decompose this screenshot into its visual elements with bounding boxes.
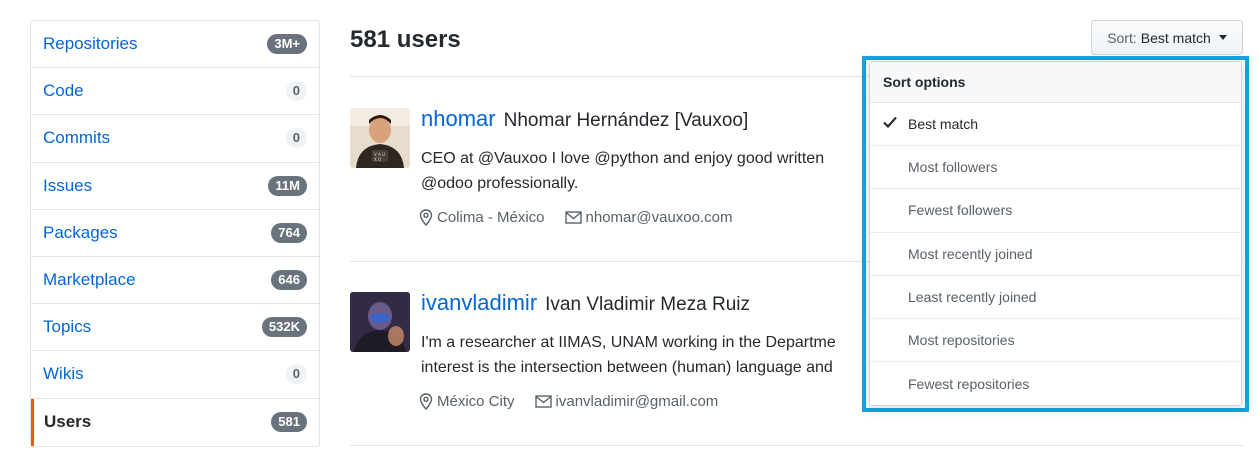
avatar[interactable] — [350, 292, 410, 352]
user-login-link[interactable]: ivanvladimir — [421, 290, 537, 315]
nav-item-packages[interactable]: Packages 764 — [31, 210, 319, 257]
sort-option-most-recently-joined[interactable]: Most recently joined — [870, 233, 1241, 276]
location-text: México City — [437, 393, 515, 410]
sort-dropdown-button[interactable]: Sort: Best match — [1091, 20, 1243, 55]
nav-label: Wikis — [43, 364, 84, 384]
sort-option-fewest-followers[interactable]: Fewest followers — [870, 189, 1241, 233]
user-location: México City — [419, 393, 515, 410]
count-badge: 646 — [271, 270, 307, 291]
location-icon — [419, 393, 433, 410]
svg-text:X O: X O — [374, 157, 381, 162]
bio-line: CEO at @Vauxoo I love @python and enjoy … — [421, 150, 825, 167]
sort-prefix: Sort: — [1107, 29, 1137, 46]
sort-value: Best match — [1140, 29, 1211, 46]
sort-option-label: Most recently joined — [908, 245, 1033, 262]
location-text: Colima - México — [437, 209, 545, 226]
nav-label: Issues — [43, 175, 93, 195]
nav-item-wikis[interactable]: Wikis 0 — [31, 351, 319, 399]
user-name-line: ivanvladimir Ivan Vladimir Meza Ruiz — [421, 290, 750, 316]
sort-option-label: Best match — [908, 116, 979, 133]
nav-label: Packages — [43, 222, 118, 242]
caret-down-icon — [1218, 35, 1227, 40]
sort-option-least-recently-joined[interactable]: Least recently joined — [870, 276, 1241, 319]
count-badge: 532K — [261, 317, 307, 338]
email-link[interactable]: ivanvladimir@gmail.com — [556, 393, 719, 410]
user-email: nhomar@vauxoo.com — [564, 209, 733, 226]
sort-option-label: Most followers — [908, 159, 998, 176]
sort-option-label: Fewest repositories — [908, 375, 1030, 392]
check-icon — [883, 116, 897, 128]
sort-options-header: Sort options — [870, 62, 1241, 103]
nav-item-commits[interactable]: Commits 0 — [31, 115, 319, 163]
user-meta: México City ivanvladimir@gmail.com — [419, 393, 718, 410]
nav-item-code[interactable]: Code 0 — [31, 68, 319, 116]
user-bio: I'm a researcher at IIMAS, UNAM working … — [421, 330, 861, 380]
bio-line: I'm a researcher at IIMAS, UNAM working … — [421, 334, 836, 351]
count-badge: 0 — [285, 364, 307, 385]
bio-line: interest is the intersection between (hu… — [421, 359, 833, 376]
bio-line: @odoo professionally. — [421, 175, 579, 192]
user-email: ivanvladimir@gmail.com — [534, 393, 719, 410]
nav-item-repositories[interactable]: Repositories 3M+ — [31, 21, 319, 69]
user-login-link[interactable]: nhomar — [421, 106, 496, 131]
divider — [350, 445, 1243, 446]
sort-option-label: Least recently joined — [908, 288, 1037, 305]
sort-option-most-followers[interactable]: Most followers — [870, 146, 1241, 190]
count-badge: 581 — [271, 412, 307, 433]
user-location: Colima - México — [419, 209, 545, 226]
nav-item-issues[interactable]: Issues 11M — [31, 163, 319, 210]
mail-icon — [534, 395, 552, 408]
count-badge: 3M+ — [267, 34, 307, 55]
user-fullname: Nhomar Hernández [Vauxoo] — [503, 110, 749, 131]
nav-label: Marketplace — [43, 270, 136, 290]
sort-options-menu: Sort options Best match Most followers F… — [869, 61, 1242, 406]
user-fullname: Ivan Vladimir Meza Ruiz — [545, 294, 750, 315]
sort-option-label: Fewest followers — [908, 202, 1013, 219]
user-bio: CEO at @Vauxoo I love @python and enjoy … — [421, 146, 861, 196]
nav-item-users[interactable]: Users 581 — [31, 398, 319, 446]
count-badge: 11M — [268, 175, 307, 196]
location-icon — [419, 209, 433, 226]
sort-option-label: Most repositories — [908, 332, 1015, 349]
sort-option-best-match[interactable]: Best match — [870, 103, 1241, 147]
nav-item-topics[interactable]: Topics 532K — [31, 304, 319, 352]
email-link[interactable]: nhomar@vauxoo.com — [586, 209, 733, 226]
user-name-line: nhomar Nhomar Hernández [Vauxoo] — [421, 106, 748, 132]
nav-label: Repositories — [43, 34, 138, 54]
avatar[interactable]: V A U X O — [350, 108, 410, 168]
results-count-title: 581 users — [350, 26, 461, 53]
nav-label: Users — [44, 412, 92, 432]
nav-label: Commits — [43, 128, 111, 148]
nav-label: Topics — [43, 317, 92, 337]
nav-label: Code — [43, 81, 84, 101]
sort-option-most-repositories[interactable]: Most repositories — [870, 319, 1241, 363]
count-badge: 764 — [271, 222, 307, 243]
count-badge: 0 — [285, 128, 307, 149]
mail-icon — [564, 211, 582, 224]
nav-item-marketplace[interactable]: Marketplace 646 — [31, 257, 319, 305]
search-type-nav: Repositories 3M+ Code 0 Commits 0 Issues… — [30, 20, 320, 447]
count-badge: 0 — [285, 81, 307, 102]
user-meta: Colima - México nhomar@vauxoo.com — [419, 209, 733, 226]
sort-option-fewest-repositories[interactable]: Fewest repositories — [870, 362, 1241, 405]
